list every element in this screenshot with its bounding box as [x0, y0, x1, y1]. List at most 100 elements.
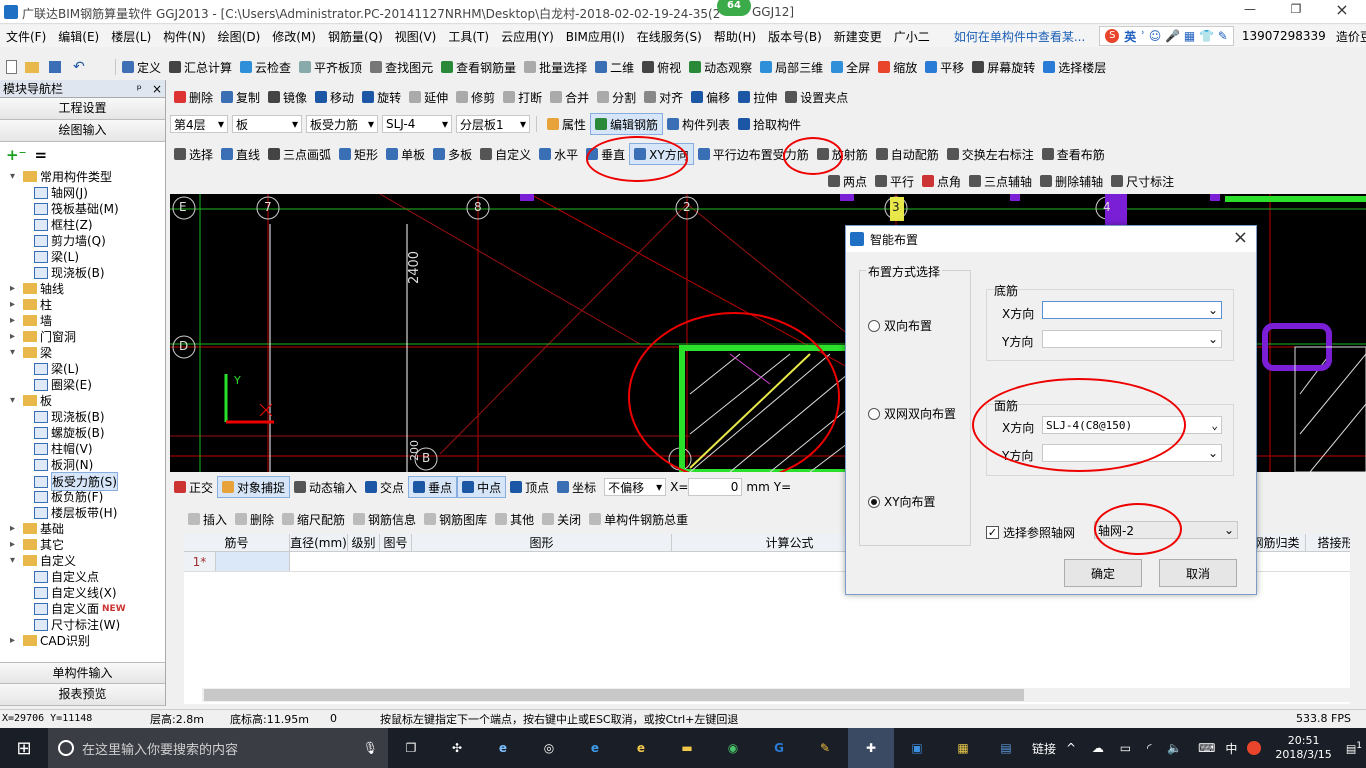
toolbar1-item-12[interactable]: 缩放: [874, 56, 921, 78]
tree-node-1[interactable]: 轴网(J): [34, 184, 88, 201]
notification-center-icon[interactable]: ▤1: [1346, 740, 1362, 756]
start-icon[interactable]: ⊞: [0, 738, 48, 759]
toolbar1-item-14[interactable]: 屏幕旋转: [968, 56, 1039, 78]
toolbar5-item-4[interactable]: 删除辅轴: [1036, 171, 1107, 191]
tree-node-20[interactable]: 板负筋(F): [34, 488, 103, 505]
snap-item-5[interactable]: 中点: [457, 476, 507, 498]
collapse-all-icon[interactable]: =: [35, 146, 48, 164]
nav-btn-single-component[interactable]: 单构件输入: [0, 662, 165, 684]
menu-item-7[interactable]: 视图(V): [389, 28, 443, 45]
bottom-y-select[interactable]: ⌄: [1042, 330, 1222, 348]
toolbar4-item-4[interactable]: 单板: [382, 143, 429, 165]
file-explorer-icon[interactable]: ▬: [664, 741, 710, 755]
snap-item-7[interactable]: 坐标: [553, 476, 600, 498]
toolbar2-item-6[interactable]: 修剪: [452, 86, 499, 108]
tree-expander-icon-9[interactable]: ▸: [10, 315, 20, 326]
ie-icon[interactable]: e: [480, 741, 526, 755]
floor-select[interactable]: 第4层 ▾: [170, 115, 228, 133]
toolbar2-item-7[interactable]: 打断: [499, 86, 546, 108]
grid-tool-2[interactable]: 缩尺配筋: [278, 509, 349, 529]
toolbar4-item-13[interactable]: 交换左右标注: [943, 143, 1038, 165]
toolbar1-item-8[interactable]: 俯视: [638, 56, 685, 78]
tree-node-28[interactable]: 尺寸标注(W): [34, 616, 120, 633]
snap-item-6[interactable]: 顶点: [506, 476, 553, 498]
toolbar3-item-1[interactable]: 编辑钢筋: [590, 113, 664, 135]
grid-tool-1[interactable]: 删除: [231, 509, 278, 529]
toolbar4-item-12[interactable]: 自动配筋: [872, 143, 943, 165]
toolbar1-item-7[interactable]: 二维: [591, 56, 638, 78]
menu-item-2[interactable]: 楼层(L): [105, 28, 157, 45]
tree-node-18[interactable]: 板洞(N): [34, 456, 93, 473]
new-file-icon[interactable]: [6, 60, 17, 74]
grid-tool-5[interactable]: 其他: [491, 509, 538, 529]
snap-item-4[interactable]: 垂点: [408, 476, 458, 498]
toolbar5-item-3[interactable]: 三点辅轴: [965, 171, 1036, 191]
toolbar1-item-15[interactable]: 选择楼层: [1039, 56, 1110, 78]
taskbar-link-label[interactable]: 链接: [1032, 740, 1056, 757]
reference-axis-checkbox[interactable]: ✓ 选择参照轴网: [986, 524, 1075, 541]
tree-node-5[interactable]: 梁(L): [34, 248, 79, 265]
tree-node-10[interactable]: ▸ 门窗洞: [10, 328, 76, 345]
close-window-button[interactable]: ×: [1332, 0, 1352, 19]
toolbar2-item-3[interactable]: 移动: [311, 86, 358, 108]
nav-btn-drawing-input[interactable]: 绘图输入: [0, 120, 165, 142]
nav-close-icon[interactable]: ×: [152, 82, 162, 96]
snap-item-3[interactable]: 交点: [361, 476, 408, 498]
table-vscrollbar[interactable]: [1350, 498, 1366, 704]
toolbar2-item-8[interactable]: 合并: [546, 86, 593, 108]
toolbar1-item-11[interactable]: 全屏: [827, 56, 874, 78]
task-view-icon[interactable]: ❐: [388, 741, 434, 755]
toolbar4-item-14[interactable]: 查看布筋: [1038, 143, 1109, 165]
tree-expander-icon-8[interactable]: ▸: [10, 299, 20, 310]
table-hscrollbar[interactable]: [202, 688, 1366, 702]
tree-expander-icon-29[interactable]: ▸: [10, 635, 20, 646]
tree-node-24[interactable]: ▾ 自定义: [10, 552, 76, 569]
menu-item-11[interactable]: 在线服务(S): [631, 28, 708, 45]
toolbar3-item-3[interactable]: 拾取构件: [734, 113, 805, 135]
toolbar1-item-2[interactable]: 云检查: [236, 56, 295, 78]
user-phone[interactable]: 13907298339: [1242, 29, 1326, 43]
tree-node-15[interactable]: 现浇板(B): [34, 408, 105, 425]
edge-icon[interactable]: e: [572, 741, 618, 755]
x-offset-input[interactable]: 0: [688, 478, 743, 496]
radio-xy-direction[interactable]: XY向布置: [868, 493, 936, 510]
menu-item-14[interactable]: 新建变更: [828, 28, 888, 45]
tree-node-9[interactable]: ▸ 墙: [10, 312, 52, 329]
app-g-icon[interactable]: G: [756, 741, 802, 755]
tree-node-4[interactable]: 剪力墙(Q): [34, 232, 106, 249]
tree-node-23[interactable]: ▸ 其它: [10, 536, 64, 553]
tree-expander-icon-24[interactable]: ▾: [10, 555, 20, 566]
bottom-x-select[interactable]: ⌄: [1042, 301, 1222, 319]
tray-icons[interactable]: ^ ☁ ▭ ◜ 🔈 ⌨: [1066, 741, 1221, 755]
menu-item-0[interactable]: 文件(F): [0, 28, 52, 45]
open-folder-icon[interactable]: [25, 61, 39, 73]
menu-item-9[interactable]: 云应用(Y): [495, 28, 560, 45]
tree-node-26[interactable]: 自定义线(X): [34, 584, 117, 601]
toolbar4-item-2[interactable]: 三点画弧: [264, 143, 335, 165]
component-type-select[interactable]: 板 ▾: [232, 115, 302, 133]
app-blue-icon[interactable]: ▣: [894, 741, 940, 755]
radio-bidirectional[interactable]: 双向布置: [868, 317, 932, 334]
layer-select[interactable]: 分层板1 ▾: [456, 115, 530, 133]
undo-icon[interactable]: ↶: [73, 60, 87, 74]
table-row-marker[interactable]: 1*: [184, 552, 216, 571]
menu-item-5[interactable]: 修改(M): [266, 28, 322, 45]
tree-node-27[interactable]: 自定义面 NEW: [34, 600, 126, 617]
grid-tool-0[interactable]: 插入: [184, 509, 231, 529]
tree-node-2[interactable]: 筏板基础(M): [34, 200, 119, 217]
menu-item-10[interactable]: BIM应用(I): [560, 28, 631, 45]
dialog-ok-button[interactable]: 确定: [1064, 559, 1142, 587]
pin-icon[interactable]: ᵖ: [137, 82, 142, 96]
grid-tool-6[interactable]: 关闭: [538, 509, 585, 529]
offset-select[interactable]: 不偏移 ▾: [604, 478, 667, 496]
toolbar3-item-0[interactable]: 属性: [543, 113, 590, 135]
tree-expander-icon-22[interactable]: ▸: [10, 523, 20, 534]
toolbar5-item-5[interactable]: 尺寸标注: [1107, 171, 1178, 191]
tree-node-6[interactable]: 现浇板(B): [34, 264, 105, 281]
menu-item-8[interactable]: 工具(T): [442, 28, 495, 45]
tree-node-13[interactable]: 圈梁(E): [34, 376, 92, 393]
toolbar5-item-2[interactable]: 点角: [918, 171, 965, 191]
toolbar2-item-11[interactable]: 偏移: [687, 86, 734, 108]
app-glodon-icon[interactable]: ✚: [848, 728, 894, 768]
grid-tool-7[interactable]: 单构件钢筋总重: [585, 509, 692, 529]
